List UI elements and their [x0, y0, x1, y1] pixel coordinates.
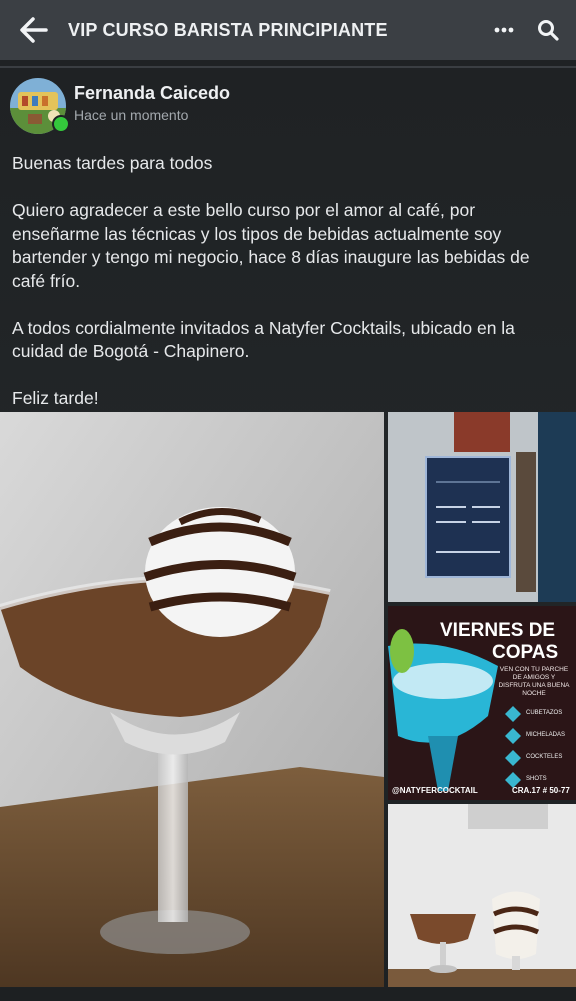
- post-timestamp[interactable]: Hace un momento: [74, 107, 188, 123]
- more-dots-icon[interactable]: [492, 14, 516, 46]
- flyer-item: MICHELADAS: [526, 732, 566, 738]
- arrow-left-icon[interactable]: [16, 14, 50, 46]
- group-title: VIP CURSO BARISTA PRINCIPIANTE: [68, 20, 388, 40]
- flyer-item: SHOTS: [526, 776, 547, 782]
- flyer-title-line2: COPAS: [492, 642, 559, 663]
- photo-grid: VIERNES DE COPAS VEN CON TU PARCHE DE AM…: [0, 412, 576, 987]
- online-status-indicator: [52, 115, 70, 133]
- flyer-title-line1: VIERNES DE: [440, 620, 556, 641]
- post-paragraph: A todos cordialmente invitados a Natyfer…: [12, 317, 515, 362]
- flyer-handle: @NATYFERCOCKTAIL: [392, 786, 478, 795]
- search-icon[interactable]: [536, 18, 560, 42]
- author-name[interactable]: Fernanda Caicedo: [74, 83, 230, 104]
- flyer-address: CRA.17 # 50-77: [512, 786, 570, 795]
- divider: [0, 66, 576, 68]
- photo-promo-flyer[interactable]: VIERNES DE COPAS VEN CON TU PARCHE DE AM…: [388, 606, 576, 800]
- flyer-item: COCKTELES: [526, 754, 563, 760]
- post-text: Buenas tardes para todos Quiero agradece…: [12, 152, 564, 411]
- photo-two-drinks[interactable]: [388, 804, 576, 987]
- post-paragraph: Feliz tarde!: [12, 388, 99, 408]
- post-footer: [0, 988, 576, 1001]
- photo-coffee-dessert[interactable]: [0, 412, 384, 987]
- post-paragraph: Buenas tardes para todos: [12, 153, 213, 173]
- flyer-tagline: VEN CON TU PARCHE DE AMIGOS Y DISFRUTA U…: [498, 666, 570, 697]
- post-paragraph: Quiero agradecer a este bello curso por …: [12, 200, 530, 291]
- top-bar: VIP CURSO BARISTA PRINCIPIANTE: [0, 0, 576, 60]
- photo-menu-board[interactable]: [388, 412, 576, 602]
- flyer-item: CUBETAZOS: [526, 710, 563, 716]
- post-card: Fernanda Caicedo Hace un momento Buenas …: [0, 60, 576, 1001]
